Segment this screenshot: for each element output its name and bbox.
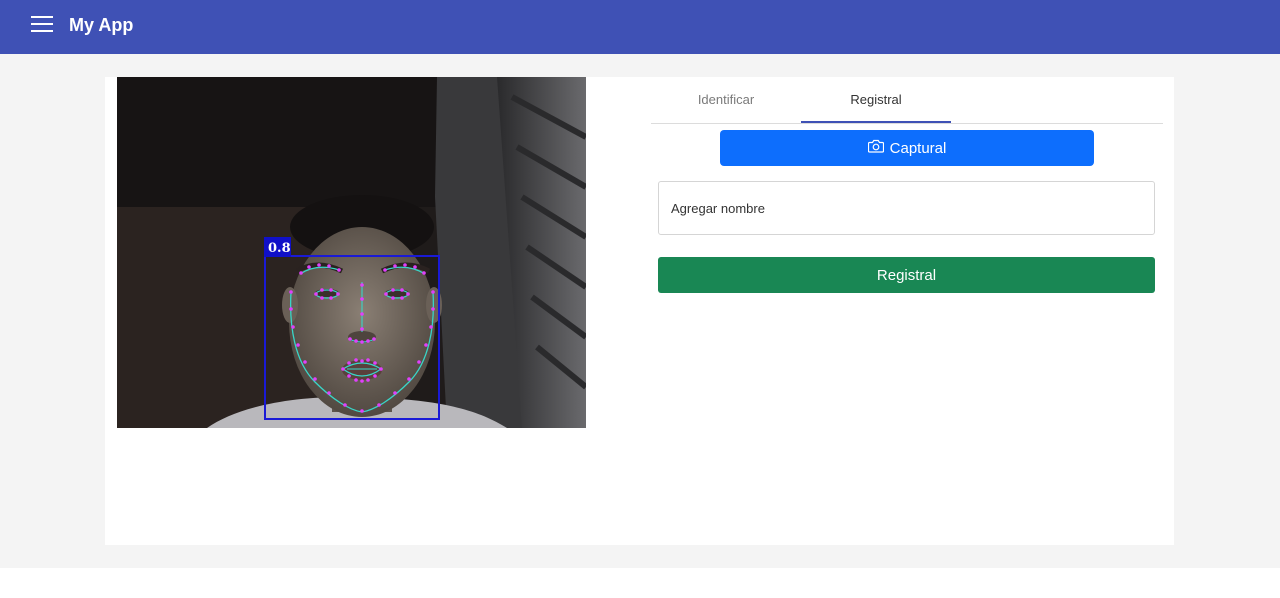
capture-button[interactable]: Captural (720, 130, 1094, 166)
detection-score: 0.8 (268, 241, 291, 256)
webcam-frame: 0.8 (117, 77, 586, 428)
register-button[interactable]: Registral (658, 257, 1155, 293)
menu-icon (31, 15, 53, 38)
app-bar: My App (0, 0, 1280, 54)
tab-identificar[interactable]: Identificar (651, 77, 801, 122)
menu-button[interactable] (26, 10, 58, 42)
capture-button-label: Captural (889, 139, 947, 157)
app-title: My App (69, 15, 134, 35)
name-input[interactable] (658, 181, 1155, 235)
webcam-feed: 0.8 (117, 77, 586, 428)
camera-icon (867, 139, 884, 157)
tab-registral[interactable]: Registral (801, 77, 951, 123)
tab-bar: Identificar Registral (651, 77, 1163, 124)
